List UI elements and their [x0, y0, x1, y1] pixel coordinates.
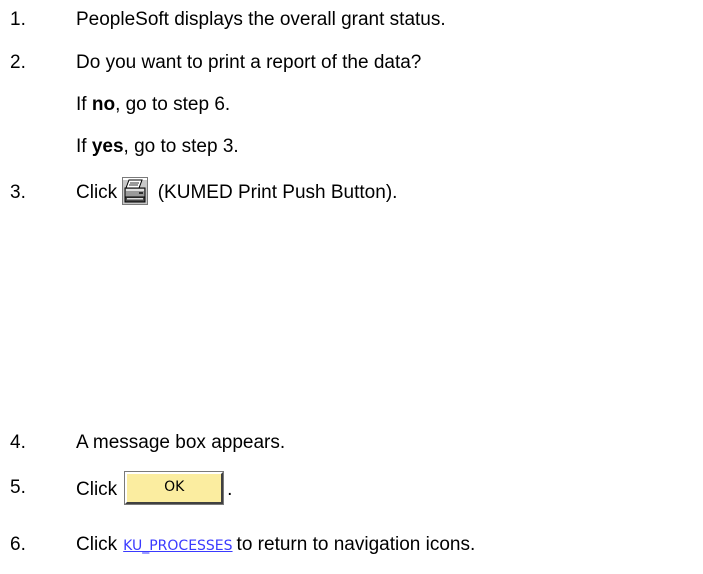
step-number: 3. — [10, 182, 26, 203]
option-text: If no, go to step 6. — [76, 91, 230, 119]
option-keyword: yes — [91, 136, 124, 157]
step-number: 6. — [10, 534, 26, 555]
step-text-before: Click — [76, 479, 118, 501]
step-number: 4. — [10, 432, 26, 453]
step-text: PeopleSoft displays the overall grant st… — [76, 9, 446, 30]
step-text: Click KU_PROCESSES to return to navigation… — [76, 531, 475, 560]
ku-processes-link[interactable]: KU_PROCESSES — [123, 538, 232, 554]
step-text-after: (KUMED Print Push Button). — [157, 182, 398, 204]
option-keyword: no — [91, 94, 116, 115]
step-text-before: Click — [76, 534, 118, 555]
ok-button[interactable]: OK — [124, 471, 225, 505]
step-text: Click (KUMED Print Push Button). — [76, 177, 398, 207]
step-text: Do you want to print a report of the dat… — [76, 52, 422, 73]
step-text-after: to return to navigation icons. — [236, 534, 476, 555]
option-suffix: , go to step 3. — [123, 136, 239, 157]
option-text: If yes, go to step 3. — [76, 133, 239, 161]
step-text: A message box appears. — [76, 432, 286, 453]
step-text-before: Click — [76, 182, 118, 204]
step-text: Click OK. — [76, 471, 233, 506]
step-text-after: . — [227, 479, 233, 501]
option-prefix: If — [76, 94, 92, 115]
step-number: 5. — [10, 477, 26, 498]
option-prefix: If — [76, 136, 92, 157]
option-suffix: , go to step 6. — [115, 94, 231, 115]
step-number: 2. — [10, 52, 26, 73]
printer-icon[interactable] — [122, 177, 149, 205]
step-number: 1. — [10, 9, 26, 30]
